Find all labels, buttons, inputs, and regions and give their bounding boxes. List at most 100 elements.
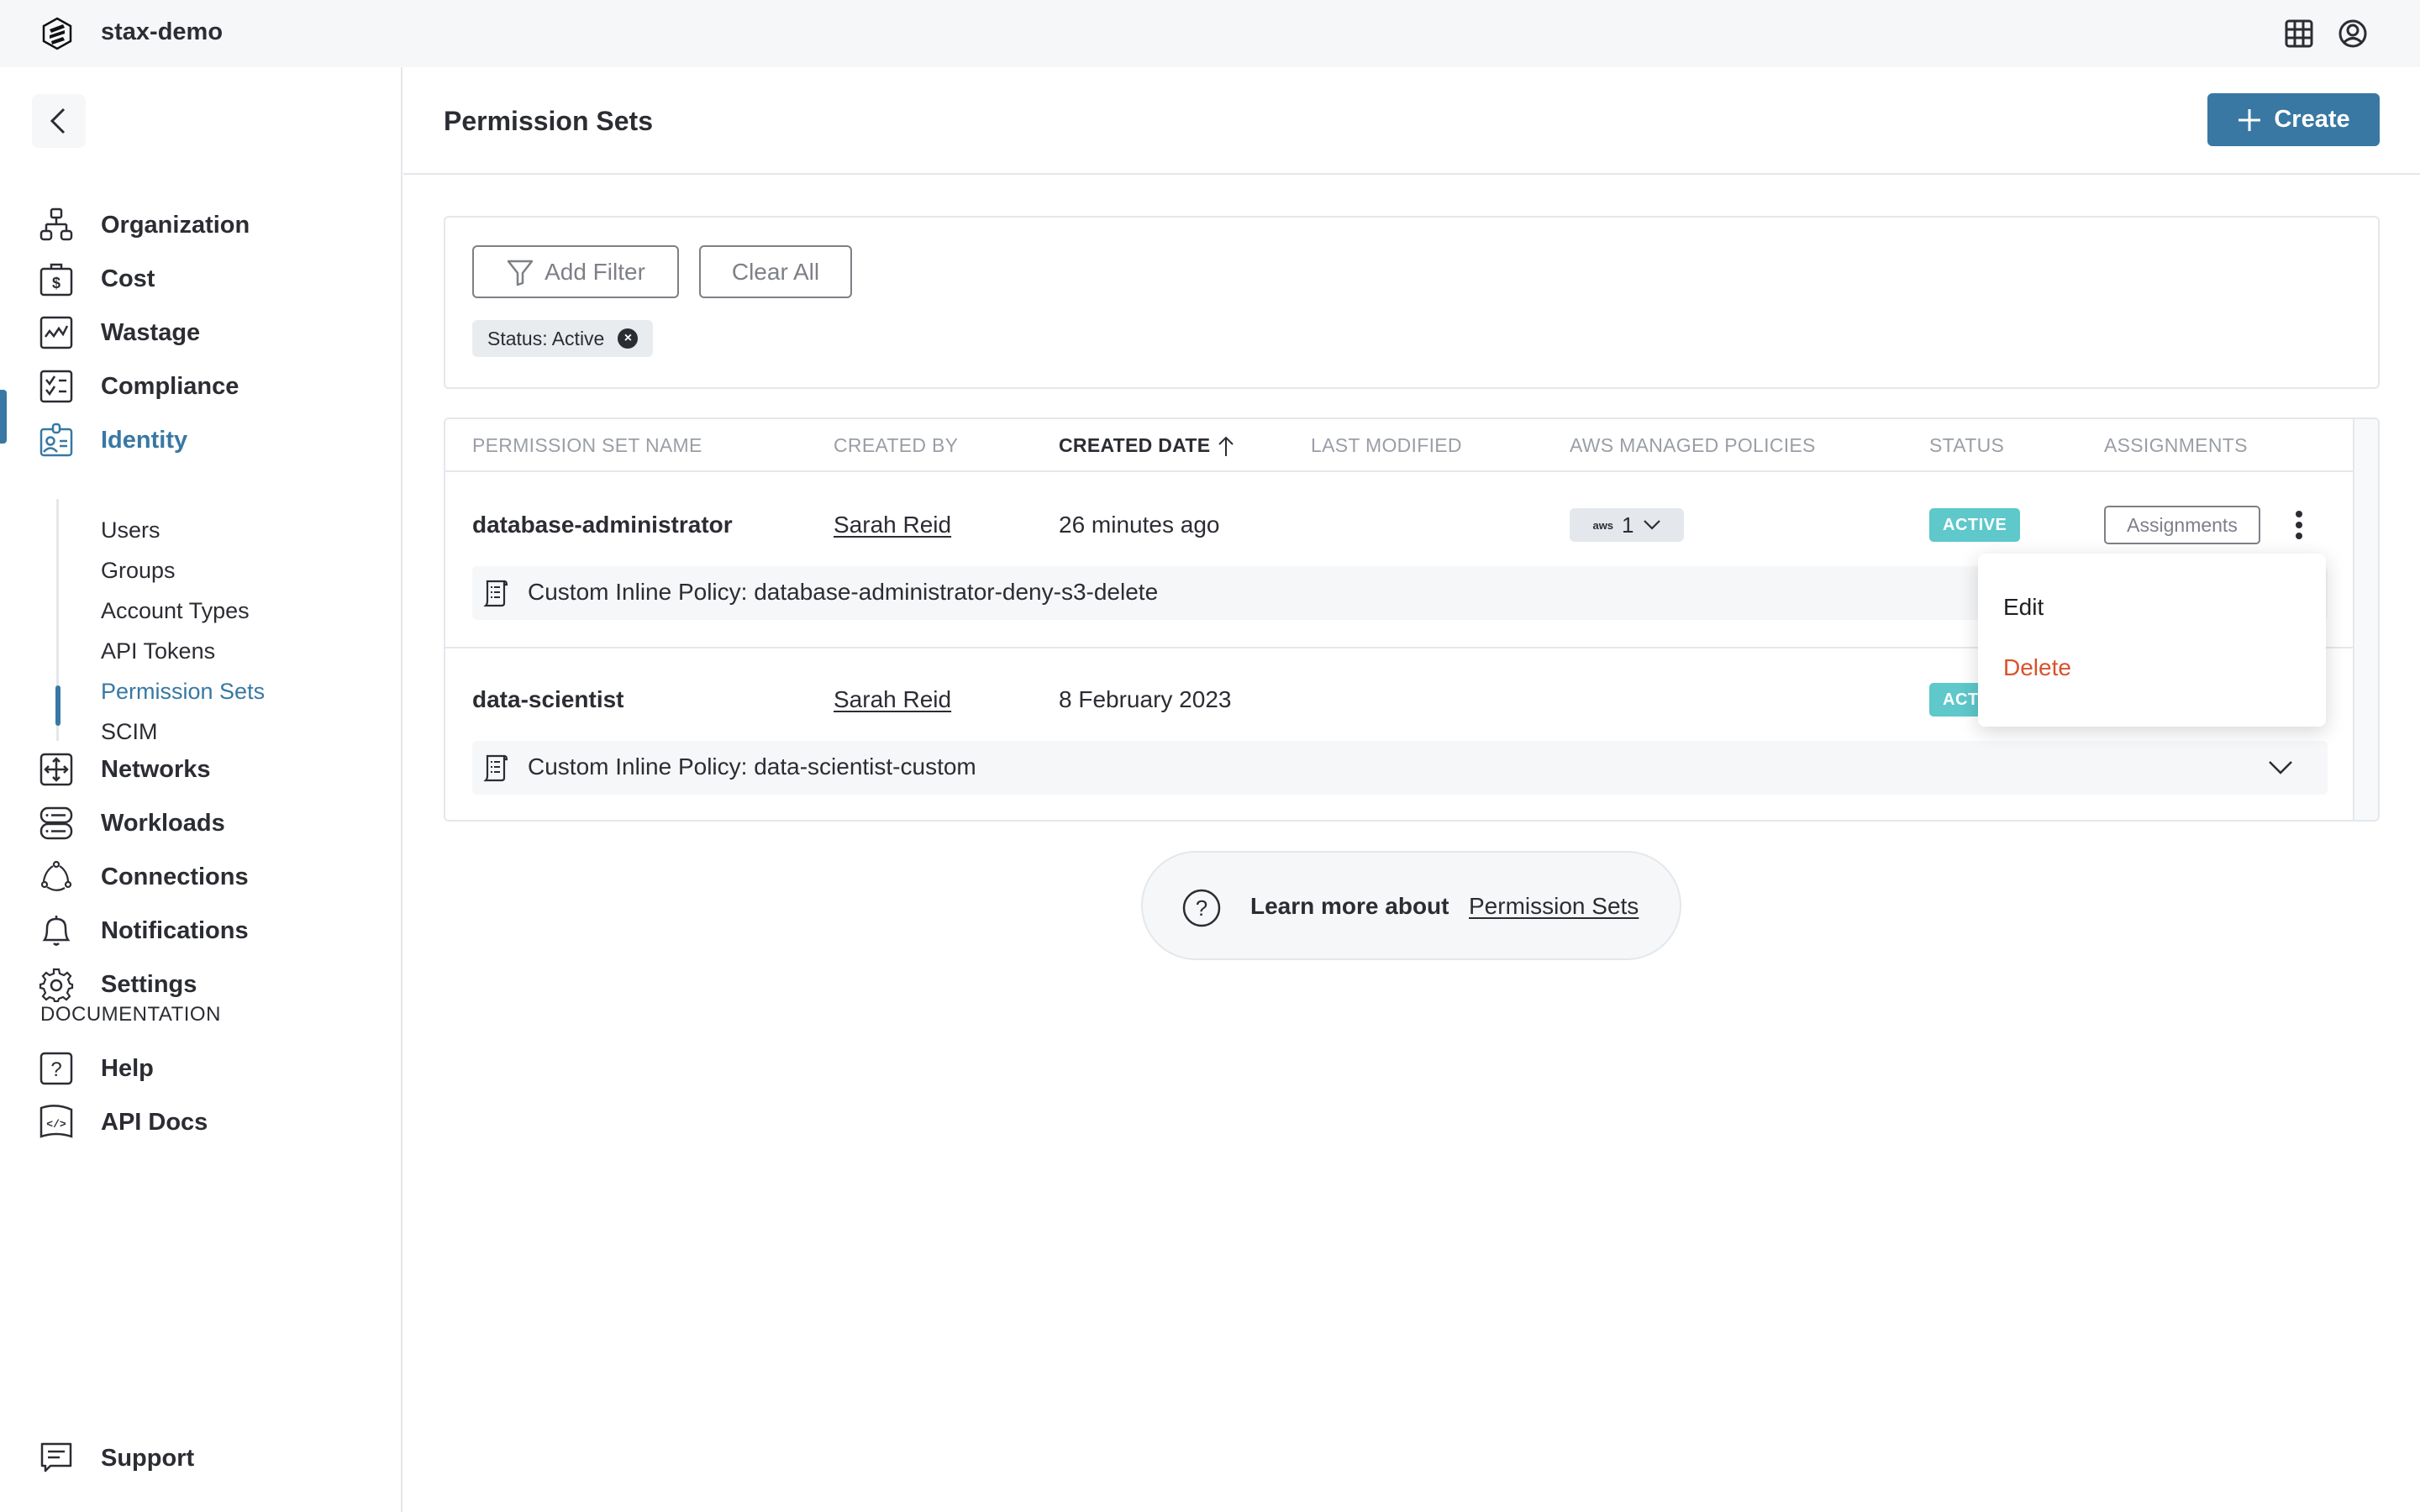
table-header-row: PERMISSION SET NAME CREATED BY CREATED D… [445, 419, 2354, 472]
learn-more-prefix: Learn more about [1250, 893, 1449, 919]
sidebar-item-compliance[interactable]: Compliance [0, 363, 401, 410]
chevron-down-icon [1643, 519, 1661, 531]
chevron-left-icon [49, 106, 69, 136]
code-flag-icon: </> [39, 1105, 74, 1140]
created-date: 8 February 2023 [1059, 686, 1232, 712]
column-header-last-modified[interactable]: LAST MODIFIED [1311, 434, 1462, 457]
add-filter-label: Add Filter [544, 258, 645, 285]
sidebar-item-label: Workloads [101, 809, 225, 837]
learn-more-link[interactable]: Permission Sets [1469, 893, 1639, 920]
sidebar-subitem-account-types[interactable]: Account Types [101, 598, 250, 624]
created-by-link[interactable]: Sarah Reid [834, 512, 951, 538]
sidebar-item-cost[interactable]: $ Cost [0, 255, 401, 302]
svg-text:</>: </> [46, 1118, 66, 1131]
sidebar-subitem-api-tokens[interactable]: API Tokens [101, 638, 215, 664]
sidebar-item-identity[interactable]: Identity [0, 417, 401, 464]
sidebar-item-connections[interactable]: Connections [0, 853, 401, 900]
chat-bubble-icon [39, 1441, 74, 1476]
menu-item-edit[interactable]: Edit [2003, 594, 2044, 621]
filter-panel: Add Filter Clear All Status: Active × [444, 216, 2380, 389]
row-actions-kebab-icon[interactable] [2289, 507, 2309, 543]
assignments-button[interactable]: Assignments [2104, 506, 2260, 544]
filter-funnel-icon [506, 258, 534, 286]
org-chart-icon [39, 207, 74, 243]
clear-all-label: Clear All [731, 258, 820, 285]
sort-ascending-icon [1217, 435, 1235, 457]
sidebar-item-label: Networks [101, 755, 211, 783]
sidebar-item-label: Connections [101, 863, 249, 890]
create-button[interactable]: Create [2207, 93, 2380, 146]
help-square-icon: ? [39, 1051, 74, 1086]
sidebar-item-label: Support [101, 1444, 195, 1472]
sidebar-item-settings[interactable]: Settings [0, 961, 401, 1008]
sidebar-subitem-groups[interactable]: Groups [101, 558, 176, 584]
help-circle-icon: ? [1181, 888, 1222, 928]
page-title: Permission Sets [444, 106, 653, 136]
sidebar-subitem-scim[interactable]: SCIM [101, 719, 158, 745]
sidebar-item-wastage[interactable]: Wastage [0, 309, 401, 356]
stax-logo-icon[interactable] [40, 17, 74, 50]
svg-text:$: $ [52, 275, 60, 291]
user-account-icon[interactable] [2338, 18, 2368, 49]
gear-icon [39, 967, 74, 1002]
column-header-created-by[interactable]: CREATED BY [834, 434, 958, 457]
sidebar-item-networks[interactable]: Networks [0, 746, 401, 793]
sidebar-item-label: Settings [101, 970, 197, 998]
aws-logo-icon: aws [1592, 518, 1614, 532]
created-by-link[interactable]: Sarah Reid [834, 686, 951, 713]
sidebar-item-workloads[interactable]: Workloads [0, 800, 401, 847]
create-button-label: Create [2274, 106, 2350, 133]
sidebar-item-organization[interactable]: Organization [0, 202, 401, 249]
sidebar-item-api-docs[interactable]: </> API Docs [0, 1099, 401, 1146]
sidebar-item-notifications[interactable]: Notifications [0, 907, 401, 954]
column-header-aws-managed-policies[interactable]: AWS MANAGED POLICIES [1570, 434, 1816, 457]
column-header-assignments[interactable]: ASSIGNMENTS [2104, 434, 2248, 457]
inline-policy-row[interactable]: Custom Inline Policy: data-scientist-cus… [472, 741, 2328, 795]
permission-set-name[interactable]: data-scientist [472, 686, 624, 713]
add-filter-button[interactable]: Add Filter [472, 245, 679, 298]
aws-managed-policies-dropdown[interactable]: aws 1 [1570, 508, 1684, 542]
bell-icon [39, 913, 74, 948]
sidebar-item-label: Cost [101, 265, 155, 292]
plus-icon [2237, 108, 2262, 133]
column-header-status[interactable]: STATUS [1929, 434, 2004, 457]
inline-policy-name: Custom Inline Policy: database-administr… [528, 579, 1159, 605]
chart-line-icon [39, 315, 74, 350]
created-date: 26 minutes ago [1059, 512, 1220, 538]
id-badge-icon [39, 423, 74, 458]
row-actions-menu: Edit Delete [1978, 554, 2326, 727]
table-scrollbar[interactable] [2353, 419, 2378, 820]
page-header: Permission Sets Create [403, 67, 2420, 175]
sidebar-item-help[interactable]: ? Help [0, 1045, 401, 1092]
expand-chevron-down-icon[interactable] [2267, 756, 2294, 780]
learn-more-banner: ? Learn more about Permission Sets [1141, 851, 1681, 960]
status-badge: ACTIVE [1929, 508, 2021, 542]
clear-all-button[interactable]: Clear All [699, 245, 852, 298]
remove-filter-icon[interactable]: × [618, 328, 639, 349]
menu-item-delete[interactable]: Delete [2003, 654, 2071, 681]
sidebar-subitem-permission-sets[interactable]: Permission Sets [101, 679, 265, 705]
sidebar-item-label: Wastage [101, 318, 201, 346]
sidebar-item-support[interactable]: Support [0, 1435, 401, 1482]
checklist-icon [39, 369, 74, 404]
svg-text:?: ? [50, 1058, 61, 1081]
sidebar-item-label: Identity [101, 426, 188, 454]
documentation-heading: DOCUMENTATION [40, 1003, 221, 1026]
sidebar-subitem-users[interactable]: Users [101, 517, 160, 543]
sidebar-item-label: Organization [101, 211, 250, 239]
filter-chip-label: Status: Active [487, 327, 605, 349]
dollar-bag-icon: $ [39, 261, 74, 297]
permission-set-name[interactable]: database-administrator [472, 512, 733, 538]
policy-document-icon [481, 578, 511, 608]
column-header-name[interactable]: PERMISSION SET NAME [472, 434, 702, 457]
top-bar: stax-demo [0, 0, 2420, 67]
collapse-sidebar-button[interactable] [32, 94, 86, 148]
policy-document-icon [481, 753, 511, 783]
apps-grid-icon[interactable] [2284, 18, 2314, 49]
submenu-active-indicator [55, 685, 60, 726]
column-header-created-date[interactable]: CREATED DATE [1059, 434, 1235, 457]
sidebar-item-label: API Docs [101, 1108, 208, 1136]
inline-policy-name: Custom Inline Policy: data-scientist-cus… [528, 753, 976, 780]
svg-text:?: ? [1196, 895, 1207, 921]
sidebar: Organization $ Cost Wastage Compliance I… [0, 67, 402, 1512]
